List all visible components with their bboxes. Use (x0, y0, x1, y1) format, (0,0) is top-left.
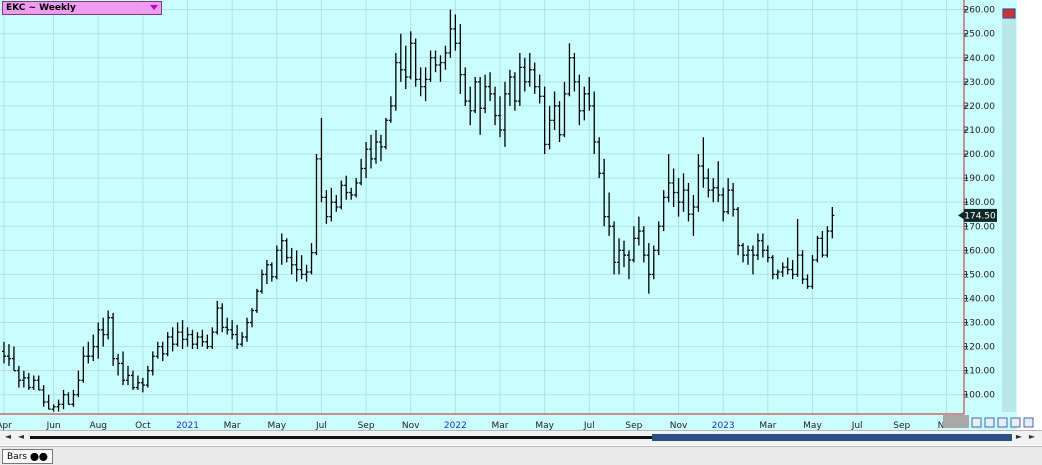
price-tick-label: 100.00 (964, 391, 996, 401)
time-tick-label: 2021 (176, 421, 199, 430)
price-tick-label: 140.00 (964, 294, 996, 304)
scroll-left-arrow-icon[interactable]: ◄ (16, 432, 26, 442)
price-tick-label: 210.00 (964, 126, 996, 136)
scroll-thumb[interactable] (652, 434, 1012, 441)
time-tick-label: Oct (135, 421, 151, 430)
price-tick-label: 170.00 (964, 222, 996, 232)
time-tick-label: Mar (224, 421, 241, 430)
scroll-right-icon[interactable]: ► (1027, 432, 1037, 442)
time-tick-label: Sep (358, 421, 375, 430)
time-tick-label: Jul (315, 421, 327, 430)
price-tick-label: 260.00 (964, 6, 996, 16)
price-tick-label: 110.00 (964, 367, 996, 377)
price-tick-label: 240.00 (964, 54, 996, 64)
nav-button-2-icon[interactable] (984, 417, 995, 428)
price-tick-label: 150.00 (964, 270, 996, 280)
right-scroll-strip (1002, 8, 1016, 412)
price-tick-label: 230.00 (964, 78, 996, 88)
nav-button-4-icon[interactable] (1010, 417, 1021, 428)
time-tick-label: May (803, 421, 822, 430)
time-tick-label: 2023 (712, 421, 735, 430)
price-tick-label: 130.00 (964, 319, 996, 329)
time-tick-label: Jun (46, 421, 61, 430)
navigation-buttons (971, 417, 1034, 428)
price-tick-label: 250.00 (964, 30, 996, 40)
symbol-title: EKC ~ Weekly (6, 3, 76, 13)
link-icon: ⬤⬤ (29, 452, 48, 461)
bars-tab-label: Bars (7, 452, 28, 462)
time-tick-label: Mar (759, 421, 776, 430)
dropdown-arrow-icon[interactable] (150, 5, 158, 10)
right-panel (1002, 0, 1042, 430)
time-tick-label: Sep (893, 421, 910, 430)
plot-background (0, 0, 1042, 430)
chart-window: 260.00 250.00 240.00 230.00 220.00 210.00 200.… (0, 0, 1042, 465)
time-tick-label: Aug (89, 421, 107, 430)
price-tick-label: 190.00 (964, 174, 996, 184)
time-tick-label: Jul (583, 421, 595, 430)
time-tick-label: Nov (402, 421, 420, 430)
price-tick-label: 180.00 (964, 198, 996, 208)
price-tick-label: 160.00 (964, 246, 996, 256)
time-tick-label: Nov (670, 421, 688, 430)
price-tick-label: 120.00 (964, 343, 996, 353)
time-tick-label: Jul (851, 421, 863, 430)
time-tick-label: Sep (625, 421, 642, 430)
time-axis-corner (943, 415, 969, 428)
time-tick-label: May (535, 421, 554, 430)
last-price-label: 174.50 (964, 211, 996, 221)
nav-button-5-icon[interactable] (1023, 417, 1034, 428)
bars-tab[interactable]: Bars ⬤⬤ (2, 449, 53, 464)
time-axis-corner-box (943, 415, 969, 428)
scroll-left-icon[interactable]: ◄ (3, 432, 13, 442)
time-tick-label: Apr (0, 421, 12, 430)
time-tick-label: May (267, 421, 286, 430)
horizontal-scrollbar[interactable]: ◄ ◄ ► ► (0, 430, 1042, 445)
price-chart: 260.00 250.00 240.00 230.00 220.00 210.00 200.… (0, 0, 1042, 430)
last-price-tag: 174.50 (958, 208, 997, 222)
scale-button-icon[interactable] (1002, 8, 1016, 19)
price-tick-label: 200.00 (964, 150, 996, 160)
time-tick-label: Mar (492, 421, 509, 430)
scroll-right-arrow-icon[interactable]: ► (1014, 432, 1024, 442)
status-bar: Bars ⬤⬤ (0, 446, 1042, 465)
right-panel-edge (1017, 0, 1042, 430)
nav-button-1-icon[interactable] (971, 417, 982, 428)
symbol-selector[interactable]: EKC ~ Weekly (2, 1, 162, 15)
nav-button-3-icon[interactable] (997, 417, 1008, 428)
time-tick-label: 2022 (444, 421, 467, 430)
price-tick-label: 220.00 (964, 102, 996, 112)
